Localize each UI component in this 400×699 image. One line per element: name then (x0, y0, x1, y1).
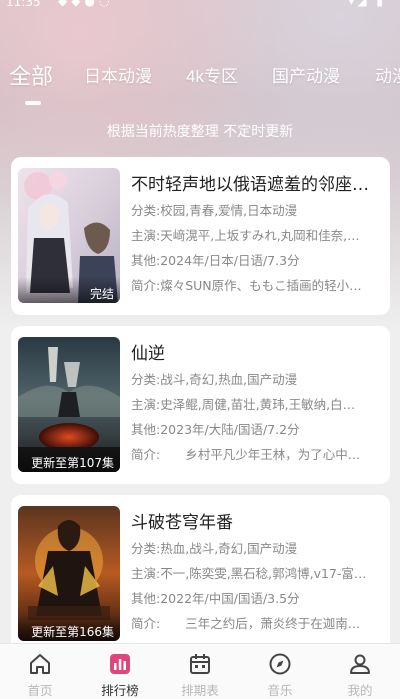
other-row: 其他:2024年/日本/日语/7.3分 (131, 250, 383, 269)
intro-value: 乡村平凡少年王林，为了心中… (160, 447, 361, 462)
intro-label: 简介: (131, 447, 161, 462)
intro-label: 简介: (131, 278, 161, 293)
other-value: 2022年/中国/国语/3.5分 (160, 591, 300, 606)
anime-card[interactable]: 完结 不时轻声地以俄语遮羞的邻座… 分类:校园,青春,爱情,日本动漫 主演:天﨑… (11, 157, 390, 315)
cast-row: 主演:不一,陈奕雯,黑石稔,郭鸿博,v17-富… (131, 563, 383, 582)
nav-music[interactable]: 音乐 (240, 644, 320, 699)
status-right-icons: ▾◢ ▮ (348, 0, 386, 8)
anime-card[interactable]: 更新至第166集 斗破苍穹年番 分类:热血,战斗,奇幻,国产动漫 主演:不一,陈… (11, 495, 390, 653)
tab-indicator (25, 101, 41, 105)
intro-row: 简介: 乡村平凡少年王林，为了心中… (131, 444, 383, 463)
cast-label: 主演: (131, 566, 161, 581)
category-row: 分类:热血,战斗,奇幻,国产动漫 (131, 538, 383, 557)
compass-icon (269, 653, 291, 675)
cast-value: 史泽鲲,周健,苗壮,黄玮,王敏纳,白… (160, 397, 356, 412)
episode-badge: 更新至第166集 (18, 615, 120, 641)
other-row: 其他:2023年/大陆/国语/7.2分 (131, 419, 383, 438)
category-value: 战斗,奇幻,热血,国产动漫 (160, 372, 298, 387)
cast-row: 主演:天﨑滉平,上坂すみれ,丸岡和佳奈,… (131, 225, 383, 244)
nav-home-label: 首页 (27, 683, 53, 698)
category-tabs: 全部 日本动漫 4k专区 国产动漫 动漫 (0, 62, 400, 106)
category-label: 分类: (131, 203, 161, 218)
cast-label: 主演: (131, 228, 161, 243)
other-label: 其他: (131, 422, 161, 437)
intro-value: 燦々SUN原作、ももこ插画的轻小… (160, 278, 362, 293)
tab-anime[interactable]: 动漫 (375, 62, 400, 87)
cast-value: 不一,陈奕雯,黑石稔,郭鸿博,v17-富… (160, 566, 367, 581)
cast-label: 主演: (131, 397, 161, 412)
anime-title[interactable]: 仙逆 (131, 339, 383, 363)
cover-image[interactable]: 更新至第107集 (18, 337, 120, 472)
nav-ranking-label: 排行榜 (101, 683, 139, 698)
nav-profile-label: 我的 (347, 683, 373, 698)
other-row: 其他:2022年/中国/国语/3.5分 (131, 588, 383, 607)
home-icon (30, 654, 50, 674)
nav-schedule[interactable]: 排期表 (160, 644, 240, 699)
anime-card[interactable]: 更新至第107集 仙逆 分类:战斗,奇幻,热血,国产动漫 主演:史泽鲲,周健,苗… (11, 326, 390, 484)
tab-all[interactable]: 全部 (9, 62, 53, 91)
intro-row: 简介: 三年之约后，萧炎终于在迦南… (131, 613, 383, 632)
tab-chinese-anime[interactable]: 国产动漫 (272, 62, 340, 87)
tab-japanese-anime[interactable]: 日本动漫 (84, 62, 152, 87)
cast-row: 主演:史泽鲲,周健,苗壮,黄玮,王敏纳,白… (131, 394, 383, 413)
nav-schedule-label: 排期表 (181, 683, 219, 698)
status-icons: ◆◆●◌ (58, 0, 114, 8)
other-value: 2023年/大陆/国语/7.2分 (160, 422, 300, 437)
page-subtitle: 根据当前热度整理 不定时更新 (106, 124, 294, 140)
intro-label: 简介: (131, 616, 161, 631)
nav-home[interactable]: 首页 (0, 644, 80, 699)
anime-title[interactable]: 不时轻声地以俄语遮羞的邻座… (131, 170, 383, 194)
ranking-icon (110, 654, 130, 674)
cover-image[interactable]: 更新至第166集 (18, 506, 120, 641)
nav-profile[interactable]: 我的 (320, 644, 400, 699)
other-label: 其他: (131, 253, 161, 268)
calendar-icon (190, 654, 210, 674)
other-label: 其他: (131, 591, 161, 606)
category-value: 校园,青春,爱情,日本动漫 (160, 203, 298, 218)
category-row: 分类:战斗,奇幻,热血,国产动漫 (131, 369, 383, 388)
category-row: 分类:校园,青春,爱情,日本动漫 (131, 200, 383, 219)
cast-value: 天﨑滉平,上坂すみれ,丸岡和佳奈,… (160, 228, 360, 243)
intro-value: 三年之约后，萧炎终于在迦南… (160, 616, 361, 631)
intro-row: 简介:燦々SUN原作、ももこ插画的轻小… (131, 275, 383, 294)
user-icon (350, 654, 370, 674)
category-value: 热血,战斗,奇幻,国产动漫 (160, 541, 298, 556)
other-value: 2024年/日本/日语/7.3分 (160, 253, 300, 268)
status-time: 11:35 (6, 0, 41, 9)
anime-title[interactable]: 斗破苍穹年番 (131, 508, 383, 532)
nav-music-label: 音乐 (267, 683, 293, 698)
episode-badge: 完结 (18, 277, 120, 303)
cover-image[interactable]: 完结 (18, 168, 120, 303)
status-bar: 11:35 ◆◆●◌ ▾◢ ▮ (0, 0, 400, 14)
bottom-nav: 首页 排行榜 排期表 音乐 我的 (0, 643, 400, 699)
nav-ranking[interactable]: 排行榜 (80, 644, 160, 699)
tab-4k[interactable]: 4k专区 (186, 62, 238, 87)
category-label: 分类: (131, 541, 161, 556)
category-label: 分类: (131, 372, 161, 387)
episode-badge: 更新至第107集 (18, 446, 120, 472)
